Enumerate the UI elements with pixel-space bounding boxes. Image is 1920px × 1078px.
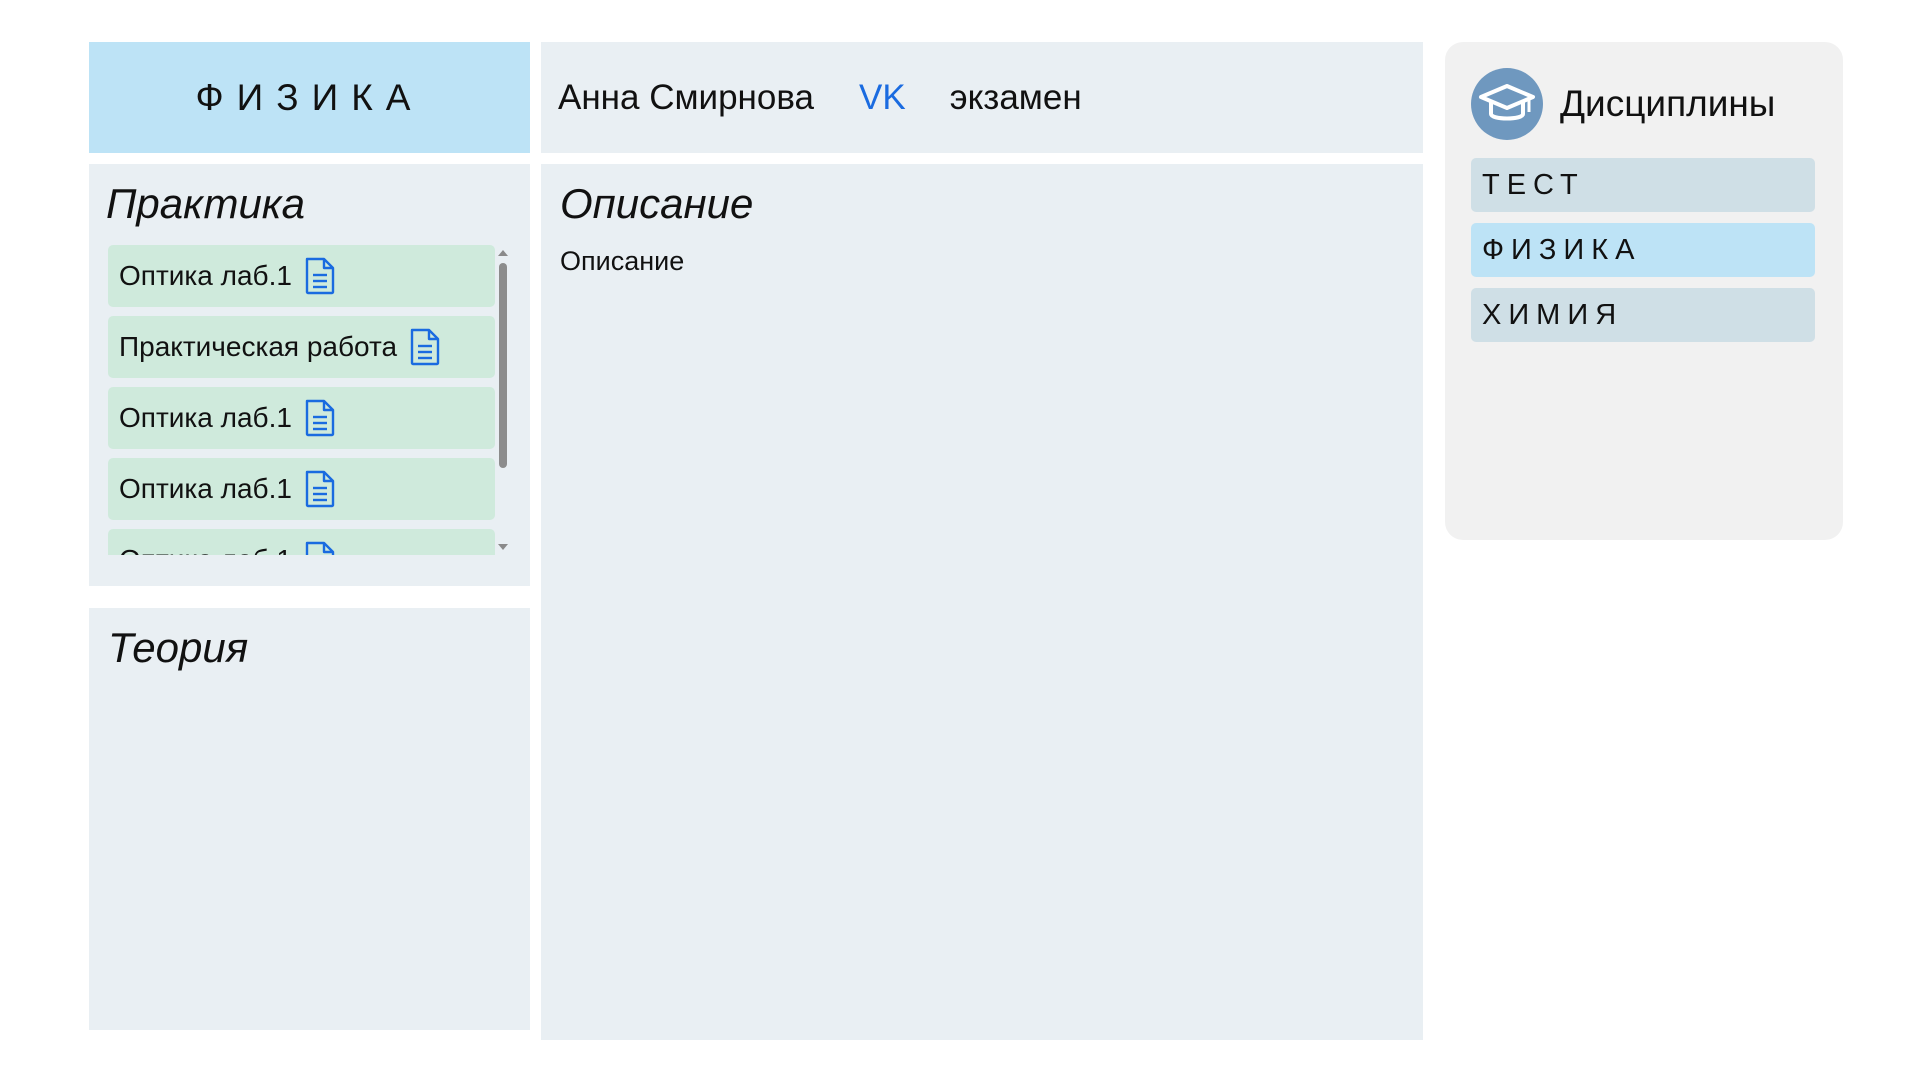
subject-title-banner: ФИЗИКА [89, 42, 530, 153]
scroll-down-arrow-icon[interactable] [498, 544, 508, 550]
document-icon [305, 399, 335, 437]
document-icon [305, 470, 335, 508]
discipline-item-label: ТЕСТ [1482, 168, 1585, 201]
practice-scrollbar[interactable] [496, 245, 510, 555]
practice-item[interactable]: Оптика лаб.1 [108, 387, 495, 449]
practice-item-label: Оптика лаб.1 [119, 544, 292, 555]
practice-item-label: Оптика лаб.1 [119, 402, 292, 433]
document-icon [305, 541, 335, 555]
disciplines-panel: Дисциплины ТЕСТ ФИЗИКА ХИМИЯ [1445, 42, 1843, 540]
disciplines-heading: Дисциплины [1560, 83, 1776, 124]
discipline-item-label: ХИМИЯ [1482, 298, 1624, 331]
practice-item-label: Практическая работа [119, 331, 398, 362]
discipline-item-chemistry[interactable]: ХИМИЯ [1471, 288, 1815, 342]
practice-item-label: Оптика лаб.1 [119, 473, 292, 504]
discipline-item-test[interactable]: ТЕСТ [1471, 158, 1815, 212]
info-bar: Анна Смирнова VK экзамен [541, 42, 1423, 153]
document-icon [410, 328, 440, 366]
practice-item[interactable]: Оптика лаб.1 [108, 458, 495, 520]
subject-title: ФИЗИКА [195, 76, 424, 118]
description-panel: Описание Описание [541, 164, 1423, 1040]
practice-item[interactable]: Практическая работа [108, 316, 495, 378]
practice-item[interactable]: Оптика лаб.1 [108, 529, 495, 555]
description-text: Описание [560, 246, 685, 276]
discipline-item-physics[interactable]: ФИЗИКА [1471, 223, 1815, 277]
discipline-item-label: ФИЗИКА [1482, 233, 1642, 266]
practice-item-label: Оптика лаб.1 [119, 260, 292, 291]
practice-list[interactable]: Оптика лаб.1 Практическая работа Оптика … [108, 245, 510, 555]
theory-panel: Теория [89, 608, 530, 1030]
student-name: Анна Смирнова [558, 77, 815, 117]
description-heading: Описание [560, 180, 754, 227]
mode-label: экзамен [949, 77, 1082, 117]
practice-heading: Практика [106, 180, 305, 227]
practice-item[interactable]: Оптика лаб.1 [108, 245, 495, 307]
document-icon [305, 257, 335, 295]
scrollbar-thumb[interactable] [499, 263, 507, 468]
graduation-cap-icon [1471, 68, 1543, 140]
theory-heading: Теория [108, 624, 249, 671]
scroll-up-arrow-icon[interactable] [498, 250, 508, 256]
vk-link[interactable]: VK [859, 78, 906, 118]
